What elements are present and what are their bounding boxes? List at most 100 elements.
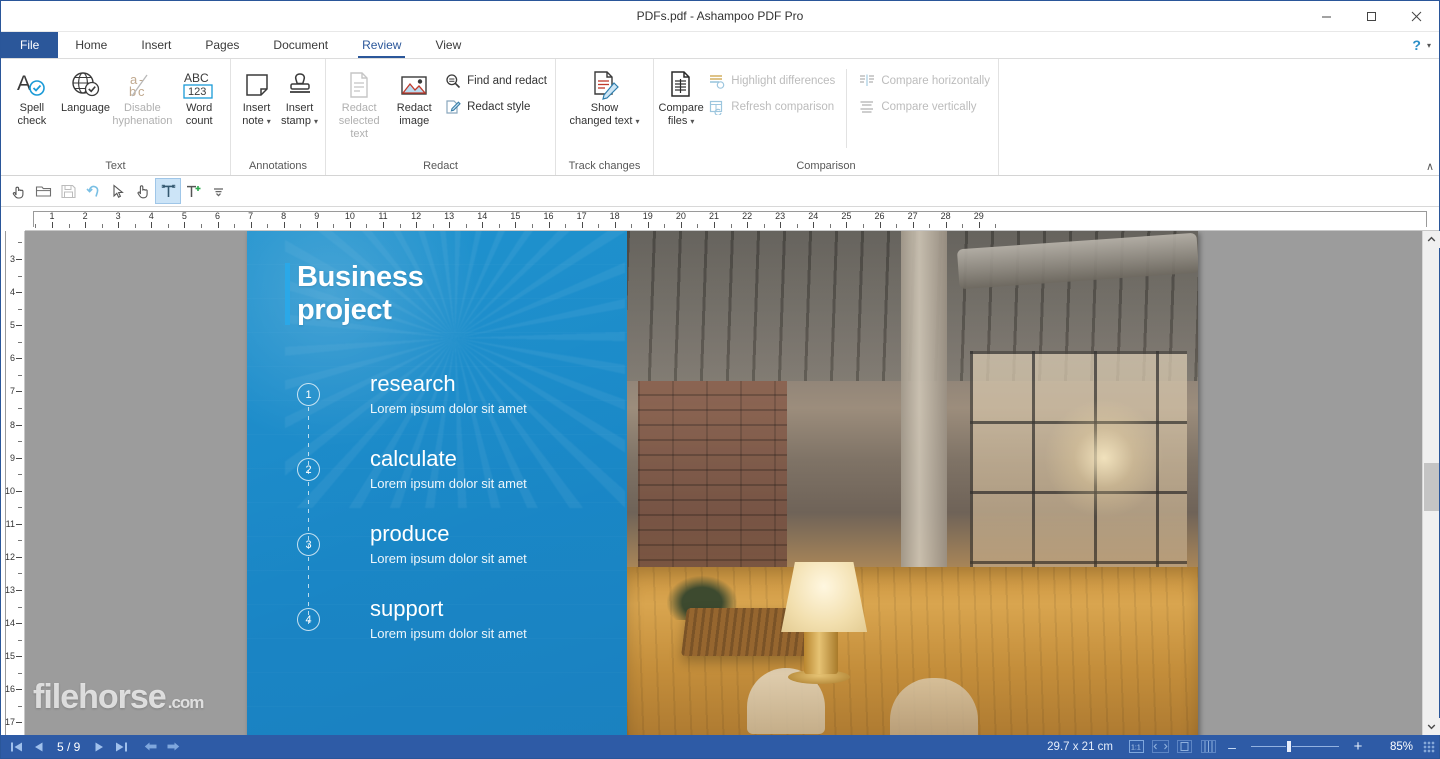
ruler-tick [747, 222, 748, 228]
open-folder-icon[interactable] [31, 179, 55, 203]
ruler-half-tick [18, 607, 22, 608]
ruler-tick-label: 15 [5, 651, 15, 661]
help-icon[interactable]: ? [1412, 37, 1421, 53]
select-tool-icon[interactable] [6, 179, 30, 203]
page-viewport[interactable]: Business project 1 research Lorem ipsum … [25, 231, 1422, 735]
tab-view[interactable]: View [418, 32, 478, 58]
step-subtitle: Lorem ipsum dolor sit amet [370, 551, 527, 566]
refresh-comparison-button[interactable]: Refresh comparison [704, 97, 839, 116]
ruler-tick [16, 491, 22, 492]
cursor-arrow-icon[interactable] [106, 179, 130, 203]
window-title: PDFs.pdf - Ashampoo PDF Pro [1, 9, 1439, 23]
spell-check-label-1: Spell [20, 102, 44, 115]
first-page-icon[interactable] [5, 736, 27, 757]
redact-image-button[interactable]: Redact image [388, 63, 440, 128]
disable-hyphenation-label-2: hyphenation [112, 115, 172, 128]
fit-page-icon[interactable] [1173, 736, 1195, 757]
tab-insert[interactable]: Insert [124, 32, 188, 58]
zoom-out-button[interactable]: – [1221, 736, 1243, 757]
step-number-badge: 3 [297, 533, 320, 556]
fit-width-icon[interactable] [1149, 736, 1171, 757]
scroll-up-arrow-icon[interactable] [1423, 231, 1440, 248]
resize-grip-icon[interactable] [1423, 741, 1435, 753]
collapse-ribbon-button[interactable]: ∧ [1426, 160, 1434, 173]
ruler-tick-label: 7 [248, 211, 253, 221]
page-layout-icon[interactable] [1197, 736, 1219, 757]
ruler-tick-label: 7 [10, 386, 15, 396]
word-count-button[interactable]: ABC 123 Word count [172, 63, 226, 128]
compare-files-dropdown-icon[interactable]: ▾ [690, 115, 694, 128]
compare-files-button[interactable]: Compare files ▾ [658, 63, 704, 128]
page-indicator[interactable]: 5 / 9 [49, 740, 88, 754]
spell-check-button[interactable]: A Spell check [5, 63, 59, 128]
language-button[interactable]: Language [59, 63, 113, 115]
disable-hyphenation-button[interactable]: a - b c Disable hyphenation [112, 63, 172, 128]
horizontal-ruler[interactable]: 1234567891011121314151617181920212223242… [25, 207, 1439, 231]
insert-note-button[interactable]: Insert note ▾ [235, 63, 278, 128]
ruler-half-tick [962, 224, 963, 228]
find-and-redact-button[interactable]: Find and redact [440, 71, 551, 90]
lamp-shade [781, 562, 867, 632]
tab-home[interactable]: Home [58, 32, 124, 58]
previous-view-icon[interactable] [140, 736, 162, 757]
compare-files-label-2: files [668, 115, 688, 128]
insert-note-dropdown-icon[interactable]: ▾ [267, 115, 271, 128]
compare-vertically-button[interactable]: Compare vertically [854, 97, 994, 116]
ruler-half-tick [267, 224, 268, 228]
scrollbar-thumb[interactable] [1424, 463, 1439, 511]
previous-page-icon[interactable] [27, 736, 49, 757]
ruler-half-tick [102, 224, 103, 228]
actual-size-icon[interactable]: 1:1 [1125, 736, 1147, 757]
text-tool-icon[interactable] [156, 179, 180, 203]
ruler-half-tick [400, 224, 401, 228]
ruler-tick-label: 19 [643, 211, 653, 221]
redact-style-icon [444, 98, 461, 115]
tab-document[interactable]: Document [256, 32, 345, 58]
insert-stamp-dropdown-icon[interactable]: ▾ [314, 115, 318, 128]
ruler-half-tick [664, 224, 665, 228]
ruler-tick [184, 222, 185, 228]
minimize-button[interactable] [1304, 1, 1349, 32]
show-changed-text-dropdown-icon[interactable]: ▾ [635, 115, 639, 128]
save-icon[interactable] [56, 179, 80, 203]
next-page-icon[interactable] [88, 736, 110, 757]
compare-vertically-icon [858, 98, 875, 115]
disable-hyphenation-label-1: Disable [124, 102, 161, 115]
redact-selected-text-icon [346, 68, 372, 102]
ruler-tick-label: 3 [116, 211, 121, 221]
insert-stamp-label-1: Insert [286, 102, 314, 115]
redact-style-button[interactable]: Redact style [440, 97, 551, 116]
maximize-button[interactable] [1349, 1, 1394, 32]
tab-file[interactable]: File [1, 32, 58, 58]
ruler-tick [515, 222, 516, 228]
insert-note-label-1: Insert [243, 102, 271, 115]
more-tools-icon[interactable] [206, 179, 230, 203]
zoom-in-button[interactable]: + [1347, 736, 1369, 757]
help-dropdown-icon[interactable]: ▾ [1427, 41, 1431, 50]
last-page-icon[interactable] [110, 736, 132, 757]
vertical-ruler[interactable]: 3456789101112131415161718 [1, 231, 25, 735]
ruler-tick [16, 292, 22, 293]
next-view-icon[interactable] [162, 736, 184, 757]
ruler-tick-label: 5 [10, 320, 15, 330]
vertical-scrollbar[interactable] [1422, 231, 1439, 735]
zoom-slider[interactable] [1251, 740, 1339, 754]
insert-stamp-button[interactable]: Insert stamp ▾ [278, 63, 321, 128]
tab-pages[interactable]: Pages [188, 32, 256, 58]
ruler-half-tick [532, 224, 533, 228]
insert-note-icon [243, 68, 271, 102]
redact-selected-text-button[interactable]: Redact selected text [330, 63, 388, 141]
tab-review[interactable]: Review [345, 32, 418, 58]
pdf-page[interactable]: Business project 1 research Lorem ipsum … [247, 231, 1198, 735]
show-changed-text-button[interactable]: Show changed text ▾ [560, 63, 649, 128]
ruler-half-tick [18, 408, 22, 409]
add-text-icon[interactable] [181, 179, 205, 203]
compare-horizontally-button[interactable]: Compare horizontally [854, 71, 994, 90]
scroll-down-arrow-icon[interactable] [1423, 718, 1440, 735]
ruler-half-tick [18, 573, 22, 574]
close-button[interactable] [1394, 1, 1439, 32]
highlight-differences-button[interactable]: Highlight differences [704, 71, 839, 90]
hand-pan-icon[interactable] [131, 179, 155, 203]
undo-icon[interactable] [81, 179, 105, 203]
zoom-slider-thumb[interactable] [1286, 740, 1292, 753]
